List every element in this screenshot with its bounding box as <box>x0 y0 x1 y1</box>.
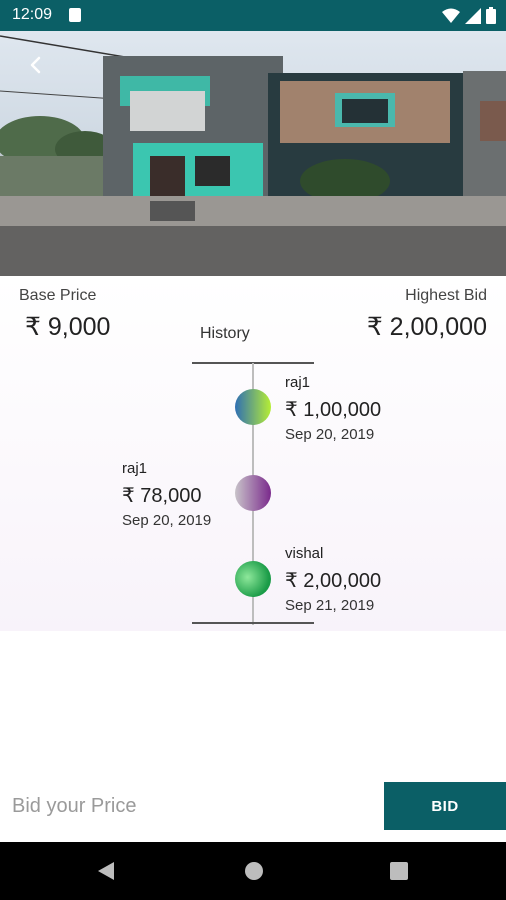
history-title: History <box>200 325 250 342</box>
bid-date: Sep 21, 2019 <box>285 597 375 614</box>
bid-price-input[interactable] <box>0 782 384 830</box>
bid-details: Base Price ₹ 9,000 Highest Bid ₹ 2,00,00… <box>0 276 506 631</box>
battery-icon <box>486 7 496 24</box>
base-price-label: Base Price <box>19 287 97 304</box>
bidder-name: raj1 <box>285 374 311 391</box>
highest-bid-label: Highest Bid <box>405 287 487 304</box>
highest-bid-value: ₹ 2,00,000 <box>366 313 487 341</box>
timeline-bottom-cap <box>192 622 314 624</box>
system-nav-bar <box>0 842 506 900</box>
bidder-name: vishal <box>285 545 324 562</box>
status-icons <box>442 7 496 24</box>
nav-recents-icon[interactable] <box>390 862 408 880</box>
bid-amount: ₹ 78,000 <box>122 485 202 507</box>
timeline-dot <box>235 561 271 597</box>
base-price-value: ₹ 9,000 <box>25 313 111 341</box>
nav-back-icon[interactable] <box>96 861 116 881</box>
cell-signal-icon <box>465 7 481 24</box>
bidder-name: raj1 <box>122 460 148 477</box>
house-photo <box>0 35 506 276</box>
bid-button[interactable]: BID <box>384 782 506 830</box>
sd-card-icon <box>69 8 81 22</box>
back-arrow-icon[interactable] <box>22 51 50 79</box>
status-time: 12:09 <box>12 6 53 23</box>
nav-home-icon[interactable] <box>244 861 264 881</box>
wifi-icon <box>442 8 460 23</box>
timeline-dot <box>235 389 271 425</box>
bid-date: Sep 20, 2019 <box>122 512 212 529</box>
timeline-dot <box>235 475 271 511</box>
property-image <box>0 31 506 276</box>
bid-date: Sep 20, 2019 <box>285 426 375 443</box>
status-bar: 12:09 <box>0 0 506 31</box>
bid-amount: ₹ 2,00,000 <box>285 570 382 592</box>
bid-amount: ₹ 1,00,000 <box>285 399 382 421</box>
